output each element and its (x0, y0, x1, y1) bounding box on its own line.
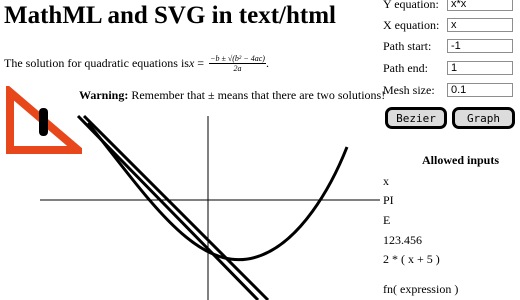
warning-sign-icon (6, 86, 82, 154)
x-equation-input[interactable] (447, 18, 513, 32)
allowed-item: 123.456 (383, 233, 422, 247)
formula-variable: x (188, 56, 195, 70)
warning-paragraph: Warning: Remember that ± means that ther… (79, 88, 385, 103)
mesh-size-row: Mesh size: (383, 82, 513, 98)
x-equation-row: X equation: (383, 17, 513, 33)
path-end-input[interactable] (447, 61, 513, 75)
allowed-item: fn( expression ) (383, 282, 459, 296)
intro-text: The solution for quadratic equations is (4, 56, 189, 70)
path-start-label: Path start: (383, 38, 432, 53)
formula-denominator: 2a (233, 64, 242, 73)
y-equation-row: Y equation: (383, 0, 513, 12)
tangent-line-1 (76, 114, 260, 300)
path-end-label: Path end: (383, 60, 428, 75)
warning-label: Warning: (79, 88, 129, 102)
bezier-button[interactable]: Bezier (385, 107, 447, 129)
allowed-item: x (383, 174, 389, 188)
allowed-item: 2 * ( x + 5 ) (383, 252, 440, 266)
tangent-line-2 (82, 114, 270, 300)
warning-text: Remember that ± means that there are two… (128, 88, 386, 102)
x-equation-label: X equation: (383, 17, 440, 32)
mesh-size-input[interactable] (447, 83, 513, 97)
path-start-row: Path start: (383, 38, 513, 54)
intro-paragraph: The solution for quadratic equations is … (4, 54, 269, 73)
mesh-size-label: Mesh size: (383, 82, 435, 97)
path-end-row: Path end: (383, 60, 513, 76)
y-equation-label: Y equation: (383, 0, 439, 11)
parabola-curve (86, 122, 349, 262)
formula-numerator: −b ± √(b² − 4ac) (209, 54, 266, 64)
allowed-inputs-heading: Allowed inputs (422, 153, 500, 167)
page-title: MathML and SVG in text/html (4, 2, 336, 29)
allowed-item: PI (383, 193, 394, 207)
y-equation-input[interactable] (447, 0, 513, 11)
path-start-input[interactable] (447, 39, 513, 53)
quadratic-formula: −b ± √(b² − 4ac) 2a (209, 54, 266, 73)
allowed-item: E (383, 213, 391, 227)
graph-button[interactable]: Graph (452, 107, 515, 129)
